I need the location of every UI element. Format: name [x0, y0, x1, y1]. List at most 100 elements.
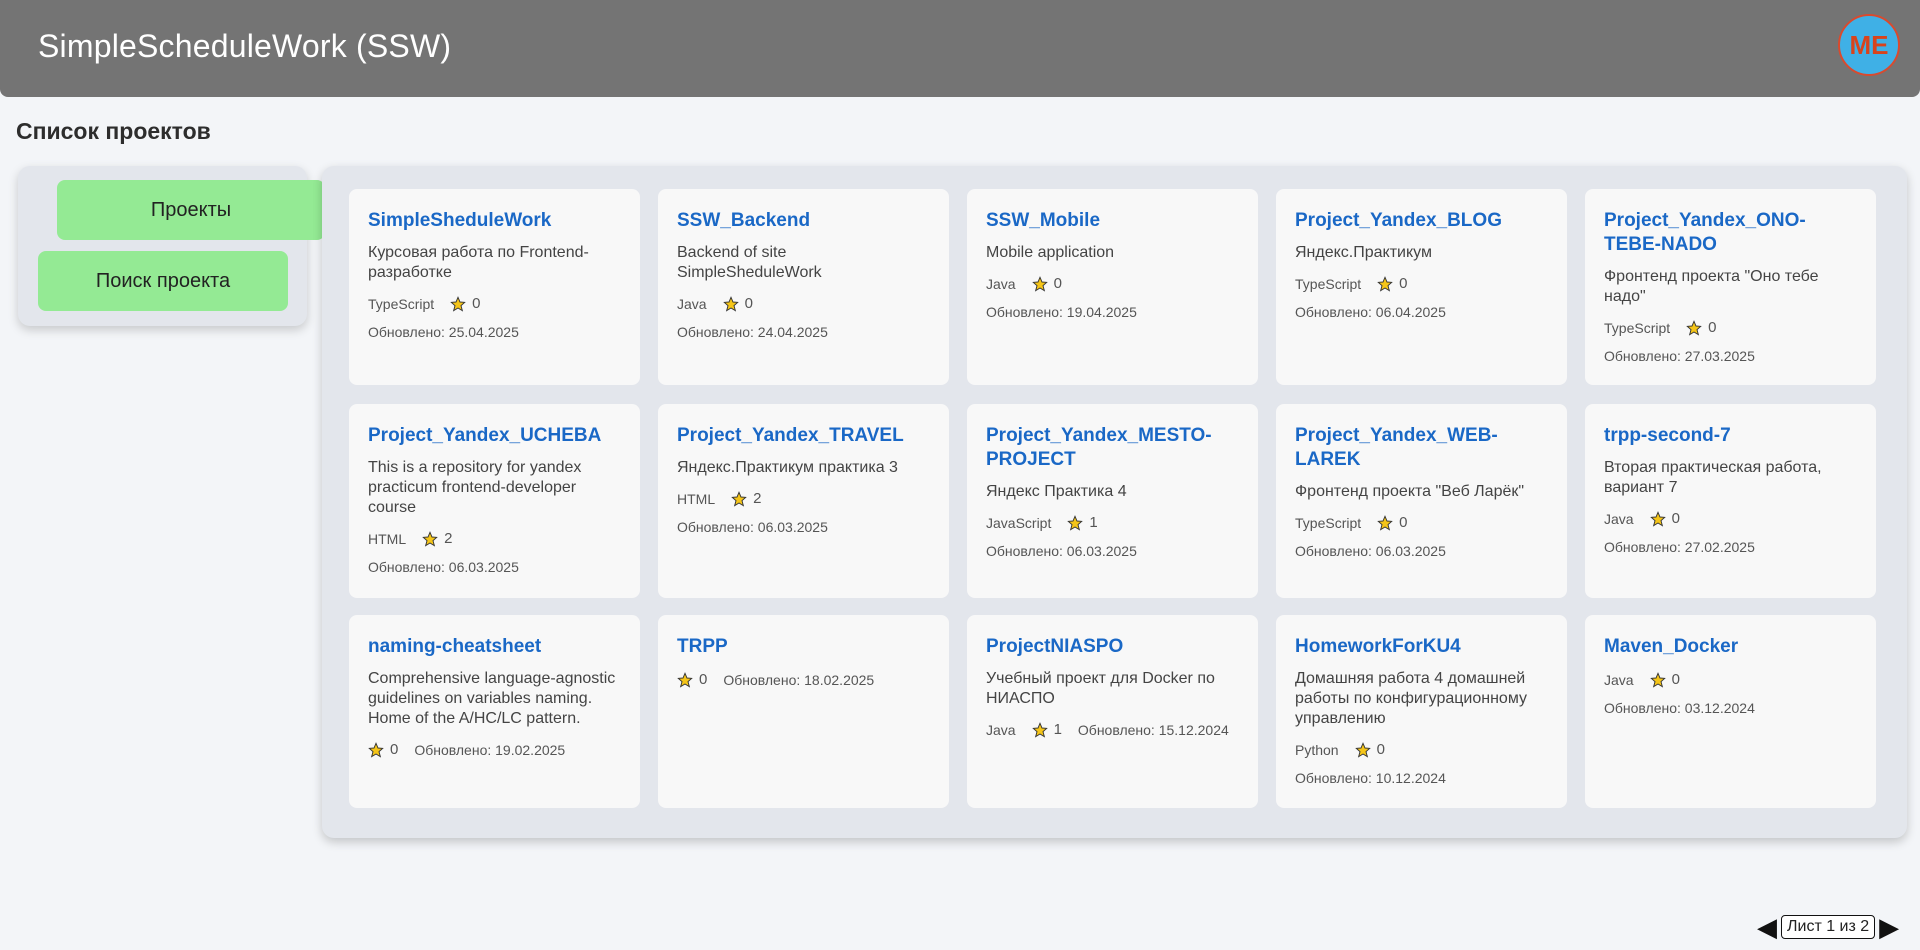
project-description: Mobile application: [986, 244, 1115, 261]
star-icon: [1031, 276, 1048, 292]
updated-prefix: Обновлено:: [1604, 348, 1685, 364]
project-card[interactable]: trpp-second-7 Вторая практическая работа,…: [1585, 404, 1876, 598]
updated-date: 06.03.2025: [757, 519, 828, 535]
project-card[interactable]: naming-cheatsheet Comprehensive language-…: [349, 615, 640, 808]
project-language: TypeScript: [368, 296, 435, 312]
project-card[interactable]: TRPP 0 Обновлено: 18.02.2025: [658, 615, 949, 808]
project-title-link[interactable]: trpp-second-7: [1604, 424, 1856, 448]
project-title-link[interactable]: SSW_Mobile: [986, 209, 1238, 233]
star-icon: [450, 296, 466, 312]
next-page-icon[interactable]: ▶: [1879, 914, 1899, 940]
project-title-link[interactable]: SSW_Backend: [677, 209, 929, 233]
project-title-link[interactable]: Project_Yandex_TRAVEL: [677, 424, 929, 448]
project-title-link[interactable]: naming-cheatsheet: [368, 635, 620, 659]
project-title-link[interactable]: Project_Yandex_ONO-TEBE-NADO: [1604, 209, 1856, 257]
project-card[interactable]: Project_Yandex_UCHEBA This is a repositor…: [349, 404, 640, 598]
project-description: Фронтенд проекта "Веб Ларёк": [1295, 483, 1525, 500]
project-card[interactable]: ProjectNIASPO Учебный проект для Docker п…: [967, 615, 1258, 808]
project-updated: Обновлено: 15.12.2024: [1078, 721, 1229, 739]
star-count: 0: [1708, 319, 1717, 336]
app-title: SimpleScheduleWork (SSW): [38, 28, 452, 64]
project-meta: 0 Обновлено: 18.02.2025: [677, 671, 929, 689]
page-title: Список проектов: [16, 118, 211, 144]
project-meta: TypeScript 0: [1604, 319, 1856, 337]
project-description: Comprehensive language-agnostic guidelin…: [368, 670, 616, 727]
project-meta: Python 0: [1295, 741, 1547, 759]
project-updated: Обновлено: 27.02.2025: [1604, 538, 1856, 556]
star-icon: [1649, 511, 1666, 527]
user-avatar[interactable]: ME: [1838, 14, 1900, 76]
project-language: Java: [1604, 511, 1634, 527]
project-language: Java: [986, 276, 1016, 292]
project-meta: HTML 2: [677, 490, 929, 508]
project-card[interactable]: SSW_Backend Backend of site SimpleShedule…: [658, 189, 949, 385]
star-count: 1: [1053, 721, 1062, 738]
updated-prefix: Обновлено:: [414, 742, 496, 758]
star-count: 1: [1089, 514, 1098, 531]
project-language: JavaScript: [986, 515, 1052, 531]
updated-prefix: Обновлено:: [1604, 700, 1685, 716]
updated-prefix: Обновлено:: [986, 304, 1067, 320]
project-card[interactable]: Project_Yandex_TRAVEL Яндекс.Практикум пр…: [658, 404, 949, 598]
updated-date: 06.04.2025: [1375, 304, 1446, 320]
project-description: This is a repository for yandex practicu…: [368, 459, 582, 516]
star-icon: [1354, 742, 1371, 758]
project-language: Python: [1295, 742, 1339, 758]
updated-prefix: Обновлено:: [723, 672, 805, 688]
star-count: 0: [1053, 275, 1062, 292]
pagination: ◀ Лист 1 из 2 ▶: [1757, 914, 1899, 940]
project-card[interactable]: HomeworkForKU4 Домашняя работа 4 домашней…: [1276, 615, 1567, 808]
project-description: Яндекс.Практикум практика 3: [677, 459, 898, 476]
side-menu: Проекты Поиск проекта: [18, 166, 343, 326]
updated-date: 27.03.2025: [1684, 348, 1755, 364]
project-title-link[interactable]: HomeworkForKU4: [1295, 635, 1547, 659]
updated-prefix: Обновлено:: [677, 519, 758, 535]
project-card[interactable]: Project_Yandex_BLOG Яндекс.Практикум TypeS…: [1276, 189, 1567, 385]
projects-grid: SimpleSheduleWork Курсовая работа по Fron…: [322, 166, 1907, 838]
star-icon: [422, 531, 438, 547]
project-card[interactable]: Maven_Docker Java 0 Обновлено: 03.12.2024: [1585, 615, 1876, 808]
updated-date: 19.02.2025: [495, 742, 566, 758]
project-title-link[interactable]: SimpleSheduleWork: [368, 209, 620, 233]
project-title-link[interactable]: Project_Yandex_BLOG: [1295, 209, 1547, 233]
project-title-link[interactable]: ProjectNIASPO: [986, 635, 1238, 659]
project-card[interactable]: SSW_Mobile Mobile application Java 0 Обновле…: [967, 189, 1258, 385]
project-title-link[interactable]: Project_Yandex_WEB-LAREK: [1295, 424, 1547, 472]
updated-prefix: Обновлено:: [986, 543, 1067, 559]
project-updated: Обновлено: 06.03.2025: [368, 558, 620, 576]
project-card[interactable]: Project_Yandex_WEB-LAREK Фронтенд проекта…: [1276, 404, 1567, 598]
search-project-button[interactable]: Поиск проекта: [38, 251, 288, 311]
app-header: SimpleScheduleWork (SSW) ME: [0, 0, 1920, 97]
project-updated: Обновлено: 06.03.2025: [986, 542, 1238, 560]
updated-date: 18.02.2025: [804, 672, 875, 688]
project-title-link[interactable]: Maven_Docker: [1604, 635, 1856, 659]
star-icon: [677, 672, 693, 688]
star-icon: [722, 296, 739, 312]
project-updated: Обновлено: 06.03.2025: [677, 518, 929, 536]
updated-date: 06.03.2025: [1066, 543, 1137, 559]
project-updated: Обновлено: 19.02.2025: [414, 741, 565, 759]
project-meta: TypeScript 0: [1295, 514, 1547, 532]
project-meta: HTML 2: [368, 530, 620, 548]
project-title-link[interactable]: TRPP: [677, 635, 929, 659]
project-updated: Обновлено: 06.04.2025: [1295, 303, 1547, 321]
projects-button[interactable]: Проекты: [57, 180, 343, 240]
prev-page-icon[interactable]: ◀: [1757, 914, 1777, 940]
project-title-link[interactable]: Project_Yandex_UCHEBA: [368, 424, 620, 448]
project-updated: Обновлено: 06.03.2025: [1295, 542, 1547, 560]
updated-date: 06.03.2025: [448, 559, 519, 575]
project-updated: Обновлено: 03.12.2024: [1604, 699, 1856, 717]
project-language: TypeScript: [1295, 515, 1362, 531]
updated-prefix: Обновлено:: [677, 324, 758, 340]
star-count: 0: [1671, 671, 1680, 688]
star-count: 0: [1671, 510, 1680, 527]
project-meta: Java 1 Обновлено: 15.12.2024: [986, 721, 1238, 739]
project-updated: Обновлено: 24.04.2025: [677, 323, 929, 341]
project-title-link[interactable]: Project_Yandex_MESTO-PROJECT: [986, 424, 1238, 472]
updated-prefix: Обновлено:: [1077, 722, 1159, 738]
project-updated: Обновлено: 25.04.2025: [368, 323, 620, 341]
project-card[interactable]: Project_Yandex_MESTO-PROJECT Яндекс Практ…: [967, 404, 1258, 598]
project-description: Яндекс Практика 4: [986, 483, 1127, 500]
project-card[interactable]: Project_Yandex_ONO-TEBE-NADO Фронтенд про…: [1585, 189, 1876, 385]
project-card[interactable]: SimpleSheduleWork Курсовая работа по Fron…: [349, 189, 640, 385]
